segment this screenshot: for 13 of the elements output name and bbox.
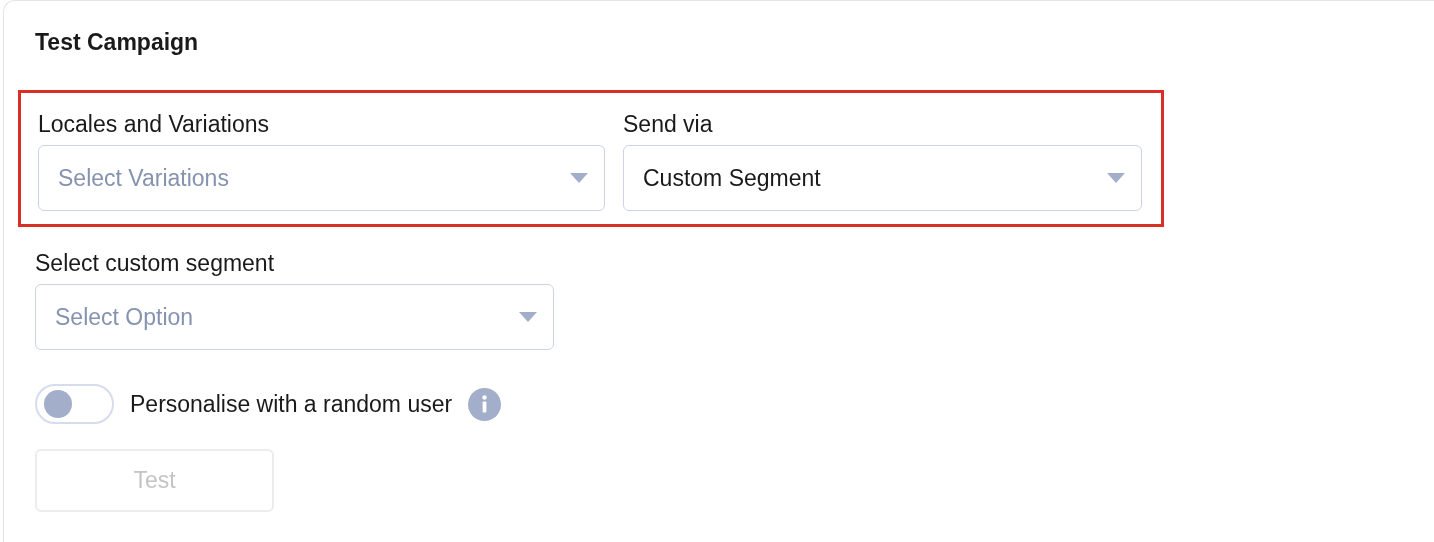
select-dropdown[interactable]: Select Option (35, 284, 554, 350)
select-dropdown[interactable]: Select Variations (38, 145, 605, 211)
caret-icon (1107, 173, 1125, 183)
select-dropdown[interactable]: Custom Segment (623, 145, 1142, 211)
field-label: Select custom segment (35, 252, 276, 278)
toggle-switch[interactable] (35, 384, 114, 424)
caret-icon (570, 173, 588, 183)
card-title: Test Campaign (35, 31, 199, 54)
caret-icon (519, 312, 537, 322)
toggle-label: Personalise with a random user (130, 389, 453, 419)
field-label: Send via (623, 113, 714, 139)
field-label: Locales and Variations (38, 113, 270, 139)
info-icon[interactable] (468, 387, 502, 421)
